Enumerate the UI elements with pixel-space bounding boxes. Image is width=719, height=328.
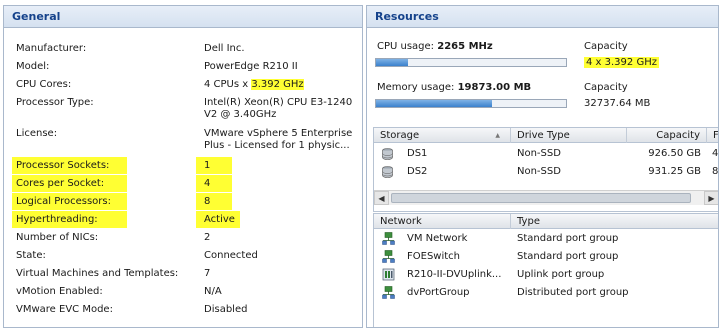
info-value: 4	[204, 178, 211, 189]
scroll-right-arrow-icon[interactable]: ▶	[704, 191, 718, 205]
memory-usage-bar	[375, 99, 567, 108]
highlight-mark	[196, 175, 232, 192]
storage-name: DS1	[407, 148, 428, 159]
storage-free: 84	[712, 166, 719, 177]
info-value: Dell Inc.	[204, 43, 245, 54]
storage-capacity: 931.25 GB	[648, 166, 701, 177]
table-row[interactable]: R210-II-DVUplink... Uplink port group	[374, 266, 718, 284]
storage-table-header: Storage ▲ Drive Type Capacity Fr	[374, 128, 718, 143]
highlight-mark	[196, 157, 232, 174]
table-row[interactable]: FOESwitch Standard port group	[374, 248, 718, 266]
info-label: VMware EVC Mode:	[16, 304, 113, 315]
storage-name: DS2	[407, 166, 428, 177]
column-header-storage[interactable]: Storage ▲	[374, 128, 511, 143]
table-row[interactable]: DS1 Non-SSD 926.50 GB 41	[374, 145, 719, 163]
cpu-usage-label: CPU usage:	[377, 41, 435, 52]
info-value: PowerEdge R210 II	[204, 61, 298, 72]
info-value: 8	[204, 196, 211, 207]
drive-type: Non-SSD	[517, 166, 561, 177]
uplink-icon	[382, 268, 395, 281]
info-label: vMotion Enabled:	[16, 286, 103, 297]
column-header-free[interactable]: Fr	[707, 128, 718, 143]
column-header-type[interactable]: Type	[511, 214, 718, 229]
cpu-usage: CPU usage: 2265 MHz	[377, 41, 493, 52]
storage-capacity: 926.50 GB	[648, 148, 701, 159]
info-label: Processor Sockets:	[16, 160, 110, 171]
info-value: 4 CPUs x 3.392 GHz	[204, 77, 304, 93]
sort-ascending-icon: ▲	[495, 132, 500, 139]
info-label: Manufacturer:	[16, 43, 87, 54]
cpu-speed-highlight: 3.392 GHz	[251, 79, 304, 90]
vm-network-icon	[382, 286, 395, 299]
info-label: Virtual Machines and Templates:	[16, 268, 179, 279]
resources-panel-title: Resources	[367, 6, 718, 28]
info-label: Number of NICs:	[16, 232, 99, 243]
value-line: VMware vSphere 5 Enterprise	[204, 128, 353, 139]
value-line: Plus - Licensed for 1 physic...	[204, 140, 350, 151]
table-row[interactable]: dvPortGroup Distributed port group	[374, 284, 718, 302]
memory-capacity-value: 32737.64 MB	[584, 98, 651, 109]
storage-horizontal-scrollbar[interactable]: ◀ ▶	[374, 190, 718, 205]
cpu-capacity-label: Capacity	[584, 41, 628, 52]
info-label: Processor Type:	[16, 97, 94, 108]
network-table: Network Type VM Network Standard port gr…	[373, 213, 718, 327]
info-value: 1	[204, 160, 211, 171]
table-row[interactable]: DS2 Non-SSD 931.25 GB 84	[374, 163, 719, 181]
info-value: Intel(R) Xeon(R) CPU E3-1240 V2 @ 3.40GHz	[204, 97, 352, 121]
info-label: State:	[16, 250, 46, 261]
network-type: Uplink port group	[517, 269, 605, 280]
column-header-capacity[interactable]: Capacity	[627, 128, 707, 143]
network-name: FOESwitch	[407, 251, 461, 262]
resources-panel: Resources CPU usage: 2265 MHz Capacity 4…	[366, 5, 719, 328]
network-type: Distributed port group	[517, 287, 629, 298]
general-panel: General Manufacturer: Dell Inc. Model: P…	[3, 5, 363, 328]
info-label: Hyperthreading:	[16, 214, 98, 225]
info-label: Cores per Socket:	[16, 178, 105, 189]
highlight-mark	[196, 193, 232, 210]
column-header-drive-type[interactable]: Drive Type	[511, 128, 627, 143]
info-label: Model:	[16, 61, 50, 72]
cpu-usage-value: 2265 MHz	[437, 41, 493, 52]
memory-usage: Memory usage: 19873.00 MB	[377, 82, 531, 93]
table-row[interactable]: VM Network Standard port group	[374, 230, 718, 248]
network-name: VM Network	[407, 233, 468, 244]
storage-free: 41	[712, 148, 719, 159]
cpu-usage-bar-fill	[376, 59, 409, 66]
cpu-usage-bar	[375, 58, 567, 67]
memory-usage-value: 19873.00 MB	[457, 82, 532, 93]
datastore-icon	[382, 148, 393, 160]
network-table-header: Network Type	[374, 214, 718, 229]
scroll-left-arrow-icon[interactable]: ◀	[374, 191, 389, 205]
cpu-capacity-value: 4 x 3.392 GHz	[584, 57, 659, 68]
network-name: R210-II-DVUplink...	[407, 269, 502, 280]
cpu-cores-count: 4 CPUs x	[204, 79, 252, 90]
info-value: 2	[204, 232, 211, 243]
column-header-network[interactable]: Network	[374, 214, 511, 229]
network-type: Standard port group	[517, 233, 619, 244]
info-value: N/A	[204, 286, 222, 297]
vm-network-icon	[382, 232, 395, 245]
memory-usage-bar-fill	[376, 100, 492, 107]
info-label: Logical Processors:	[16, 196, 111, 207]
network-name: dvPortGroup	[407, 287, 470, 298]
value-line: Intel(R) Xeon(R) CPU E3-1240	[204, 97, 353, 108]
info-value: VMware vSphere 5 Enterprise Plus - Licens…	[204, 128, 352, 152]
drive-type: Non-SSD	[517, 148, 561, 159]
info-value: 7	[204, 268, 211, 279]
network-type: Standard port group	[517, 251, 619, 262]
info-label: CPU Cores:	[16, 79, 72, 90]
datastore-icon	[382, 166, 393, 178]
info-value: Connected	[204, 250, 258, 261]
vm-network-icon	[382, 250, 395, 263]
storage-table: Storage ▲ Drive Type Capacity Fr DS1 Non-…	[373, 127, 719, 212]
info-value: Disabled	[204, 304, 248, 315]
scrollbar-thumb[interactable]	[391, 193, 691, 203]
memory-capacity-label: Capacity	[584, 82, 628, 93]
info-label: License:	[16, 128, 58, 139]
info-value: Active	[204, 214, 235, 225]
memory-usage-label: Memory usage:	[377, 82, 455, 93]
general-panel-title: General	[4, 6, 362, 28]
column-header-label: Storage	[380, 130, 420, 141]
value-line: V2 @ 3.40GHz	[204, 109, 277, 120]
